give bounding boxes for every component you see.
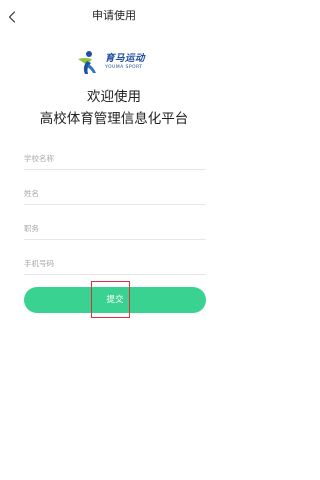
submit-button[interactable]: 提交 xyxy=(24,287,206,313)
welcome-heading: 欢迎使用 xyxy=(87,89,141,105)
app-logo: 育马运动 YOUMA SPORT xyxy=(76,50,156,76)
school-name-input[interactable] xyxy=(24,148,206,170)
platform-heading: 高校体育管理信息化平台 xyxy=(39,111,189,127)
runner-logo-icon xyxy=(78,51,96,74)
submit-label: 提交 xyxy=(106,295,124,305)
phone-number-input[interactable] xyxy=(24,253,206,275)
logo-name-cn: 育马运动 xyxy=(105,53,146,64)
logo-name-en: YOUMA SPORT xyxy=(105,65,143,70)
page-title: 申请使用 xyxy=(92,9,136,22)
position-input[interactable] xyxy=(24,218,206,240)
header-bar: 申请使用 xyxy=(0,0,228,34)
name-input[interactable] xyxy=(24,183,206,205)
